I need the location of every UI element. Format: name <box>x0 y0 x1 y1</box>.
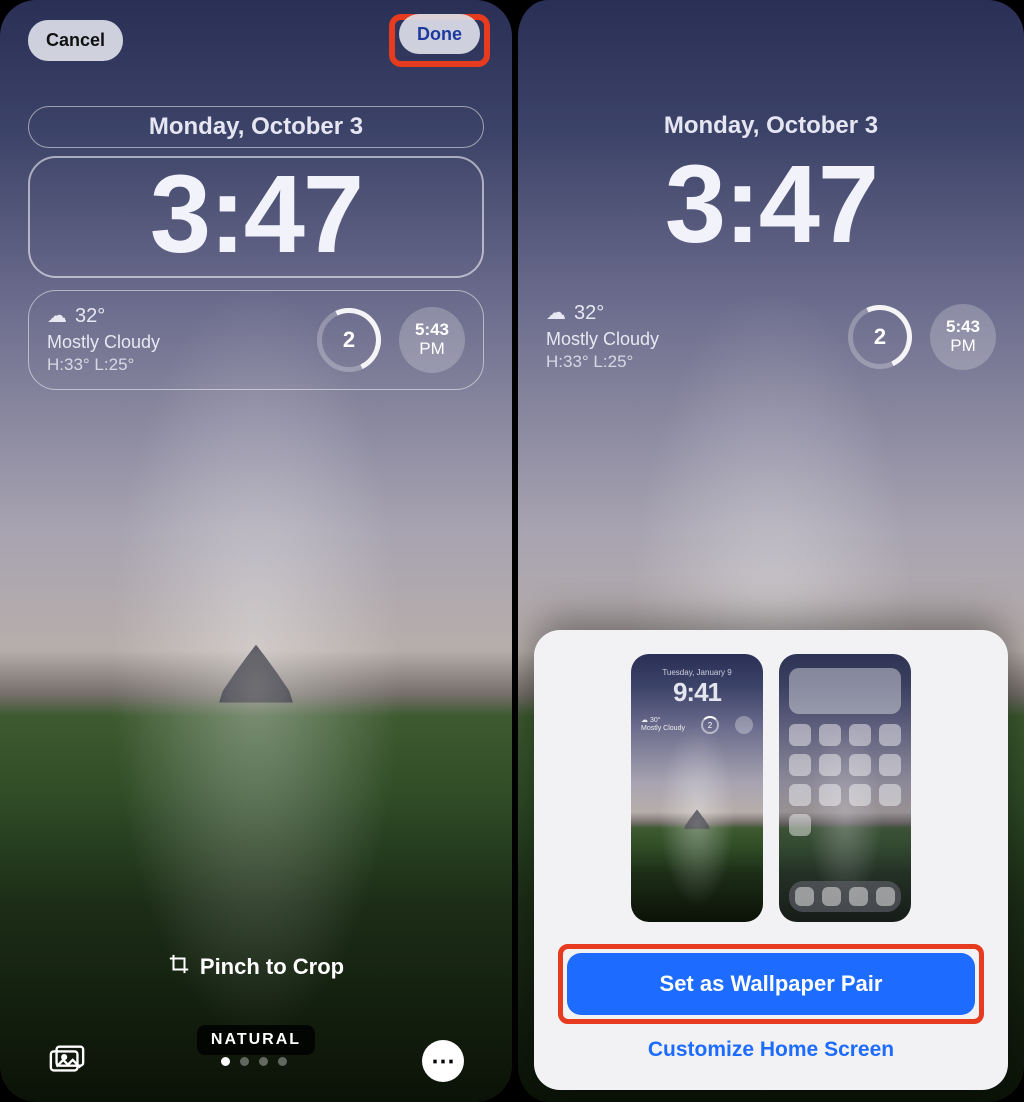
uv-value: 2 <box>343 327 355 353</box>
date-display: Monday, October 3 <box>546 112 996 140</box>
clock-display: 3:47 <box>546 150 996 260</box>
wallpaper-previews: Tuesday, January 9 9:41 ☁ 30° Mostly Clo… <box>558 654 984 922</box>
set-wallpaper-pair-highlight: Set as Wallpaper Pair <box>558 944 984 1024</box>
phone-left-edit-lockscreen: Cancel Done Monday, October 3 3:47 ☁ 32° … <box>0 0 512 1102</box>
set-wallpaper-pair-button[interactable]: Set as Wallpaper Pair <box>567 953 975 1015</box>
preview-dock <box>789 881 901 912</box>
uv-ring-widget[interactable]: 2 <box>317 308 381 372</box>
preview-app-icon <box>849 724 871 746</box>
uv-value: 2 <box>874 324 886 350</box>
preview-sunset <box>735 716 753 734</box>
sunset-widget[interactable]: 5:43 PM <box>399 307 465 373</box>
preview-app-icon <box>819 754 841 776</box>
cloud-icon: ☁ <box>546 300 566 327</box>
crop-hint-text: Pinch to Crop <box>200 954 344 980</box>
preview-app-icon <box>849 887 868 906</box>
page-dot <box>221 1057 230 1066</box>
preview-app-icon <box>822 887 841 906</box>
cancel-button[interactable]: Cancel <box>28 20 123 61</box>
weather-range: H:33° L:25° <box>47 354 160 377</box>
page-dot <box>240 1057 249 1066</box>
weather-widget: ☁ 32° Mostly Cloudy H:33° L:25° <box>546 300 659 374</box>
weather-desc: Mostly Cloudy <box>47 330 160 354</box>
phone-right-set-wallpaper: Monday, October 3 3:47 ☁ 32° Mostly Cloud… <box>512 0 1024 1102</box>
weather-widget[interactable]: ☁ 32° Mostly Cloudy H:33° L:25° <box>47 303 160 377</box>
preview-uv: 2 <box>701 716 719 734</box>
date-widget[interactable]: Monday, October 3 <box>28 106 484 148</box>
preview-app-icon <box>879 784 901 806</box>
preview-app-icon <box>819 784 841 806</box>
sunset-widget: 5:43 PM <box>930 304 996 370</box>
bottom-toolbar: ⋯ <box>0 1040 512 1082</box>
uv-ring-widget: 2 <box>848 305 912 369</box>
sunset-time: 5:43 <box>946 318 980 337</box>
preview-home-widget <box>789 668 901 714</box>
preview-time: 9:41 <box>631 677 763 708</box>
customize-home-screen-link[interactable]: Customize Home Screen <box>558 1038 984 1062</box>
page-dot <box>278 1057 287 1066</box>
widgets-row: ☁ 32° Mostly Cloudy H:33° L:25° 2 5:43 PM <box>546 300 996 374</box>
preview-app-icon <box>879 724 901 746</box>
weather-desc: Mostly Cloudy <box>546 327 659 351</box>
weather-temp: 32° <box>75 303 105 330</box>
preview-app-icon <box>789 754 811 776</box>
more-button[interactable]: ⋯ <box>422 1040 464 1082</box>
preview-app-icon <box>789 814 811 836</box>
widgets-row[interactable]: ☁ 32° Mostly Cloudy H:33° L:25° 2 5:43 PM <box>28 290 484 390</box>
ellipsis-icon: ⋯ <box>431 1047 455 1076</box>
preview-app-icon <box>849 754 871 776</box>
preview-app-icon <box>876 887 895 906</box>
preview-date: Tuesday, January 9 <box>631 668 763 677</box>
weather-temp: 32° <box>574 300 604 327</box>
preview-app-icon <box>819 724 841 746</box>
lock-screen-preview[interactable]: Tuesday, January 9 9:41 ☁ 30° Mostly Clo… <box>631 654 763 922</box>
pinch-to-crop-hint: Pinch to Crop <box>0 953 512 981</box>
sunset-time: 5:43 <box>415 321 449 340</box>
sunset-period: PM <box>950 337 976 356</box>
preview-app-icon <box>879 754 901 776</box>
page-dot <box>259 1057 268 1066</box>
page-dots[interactable] <box>221 1057 287 1066</box>
done-button-highlight: Done <box>395 20 484 61</box>
photos-icon[interactable] <box>48 1043 86 1080</box>
preview-app-icon <box>789 784 811 806</box>
crop-icon <box>168 953 190 981</box>
preview-app-icon <box>795 887 814 906</box>
preview-weather: ☁ 30° Mostly Cloudy <box>641 717 685 732</box>
cloud-icon: ☁ <box>47 303 67 330</box>
set-wallpaper-sheet: Tuesday, January 9 9:41 ☁ 30° Mostly Clo… <box>534 630 1008 1090</box>
preview-app-icon <box>789 724 811 746</box>
preview-app-icon <box>849 784 871 806</box>
clock-widget[interactable]: 3:47 <box>28 156 484 278</box>
weather-range: H:33° L:25° <box>546 351 659 374</box>
sunset-period: PM <box>419 340 445 359</box>
home-screen-preview[interactable] <box>779 654 911 922</box>
done-button[interactable]: Done <box>399 14 480 54</box>
